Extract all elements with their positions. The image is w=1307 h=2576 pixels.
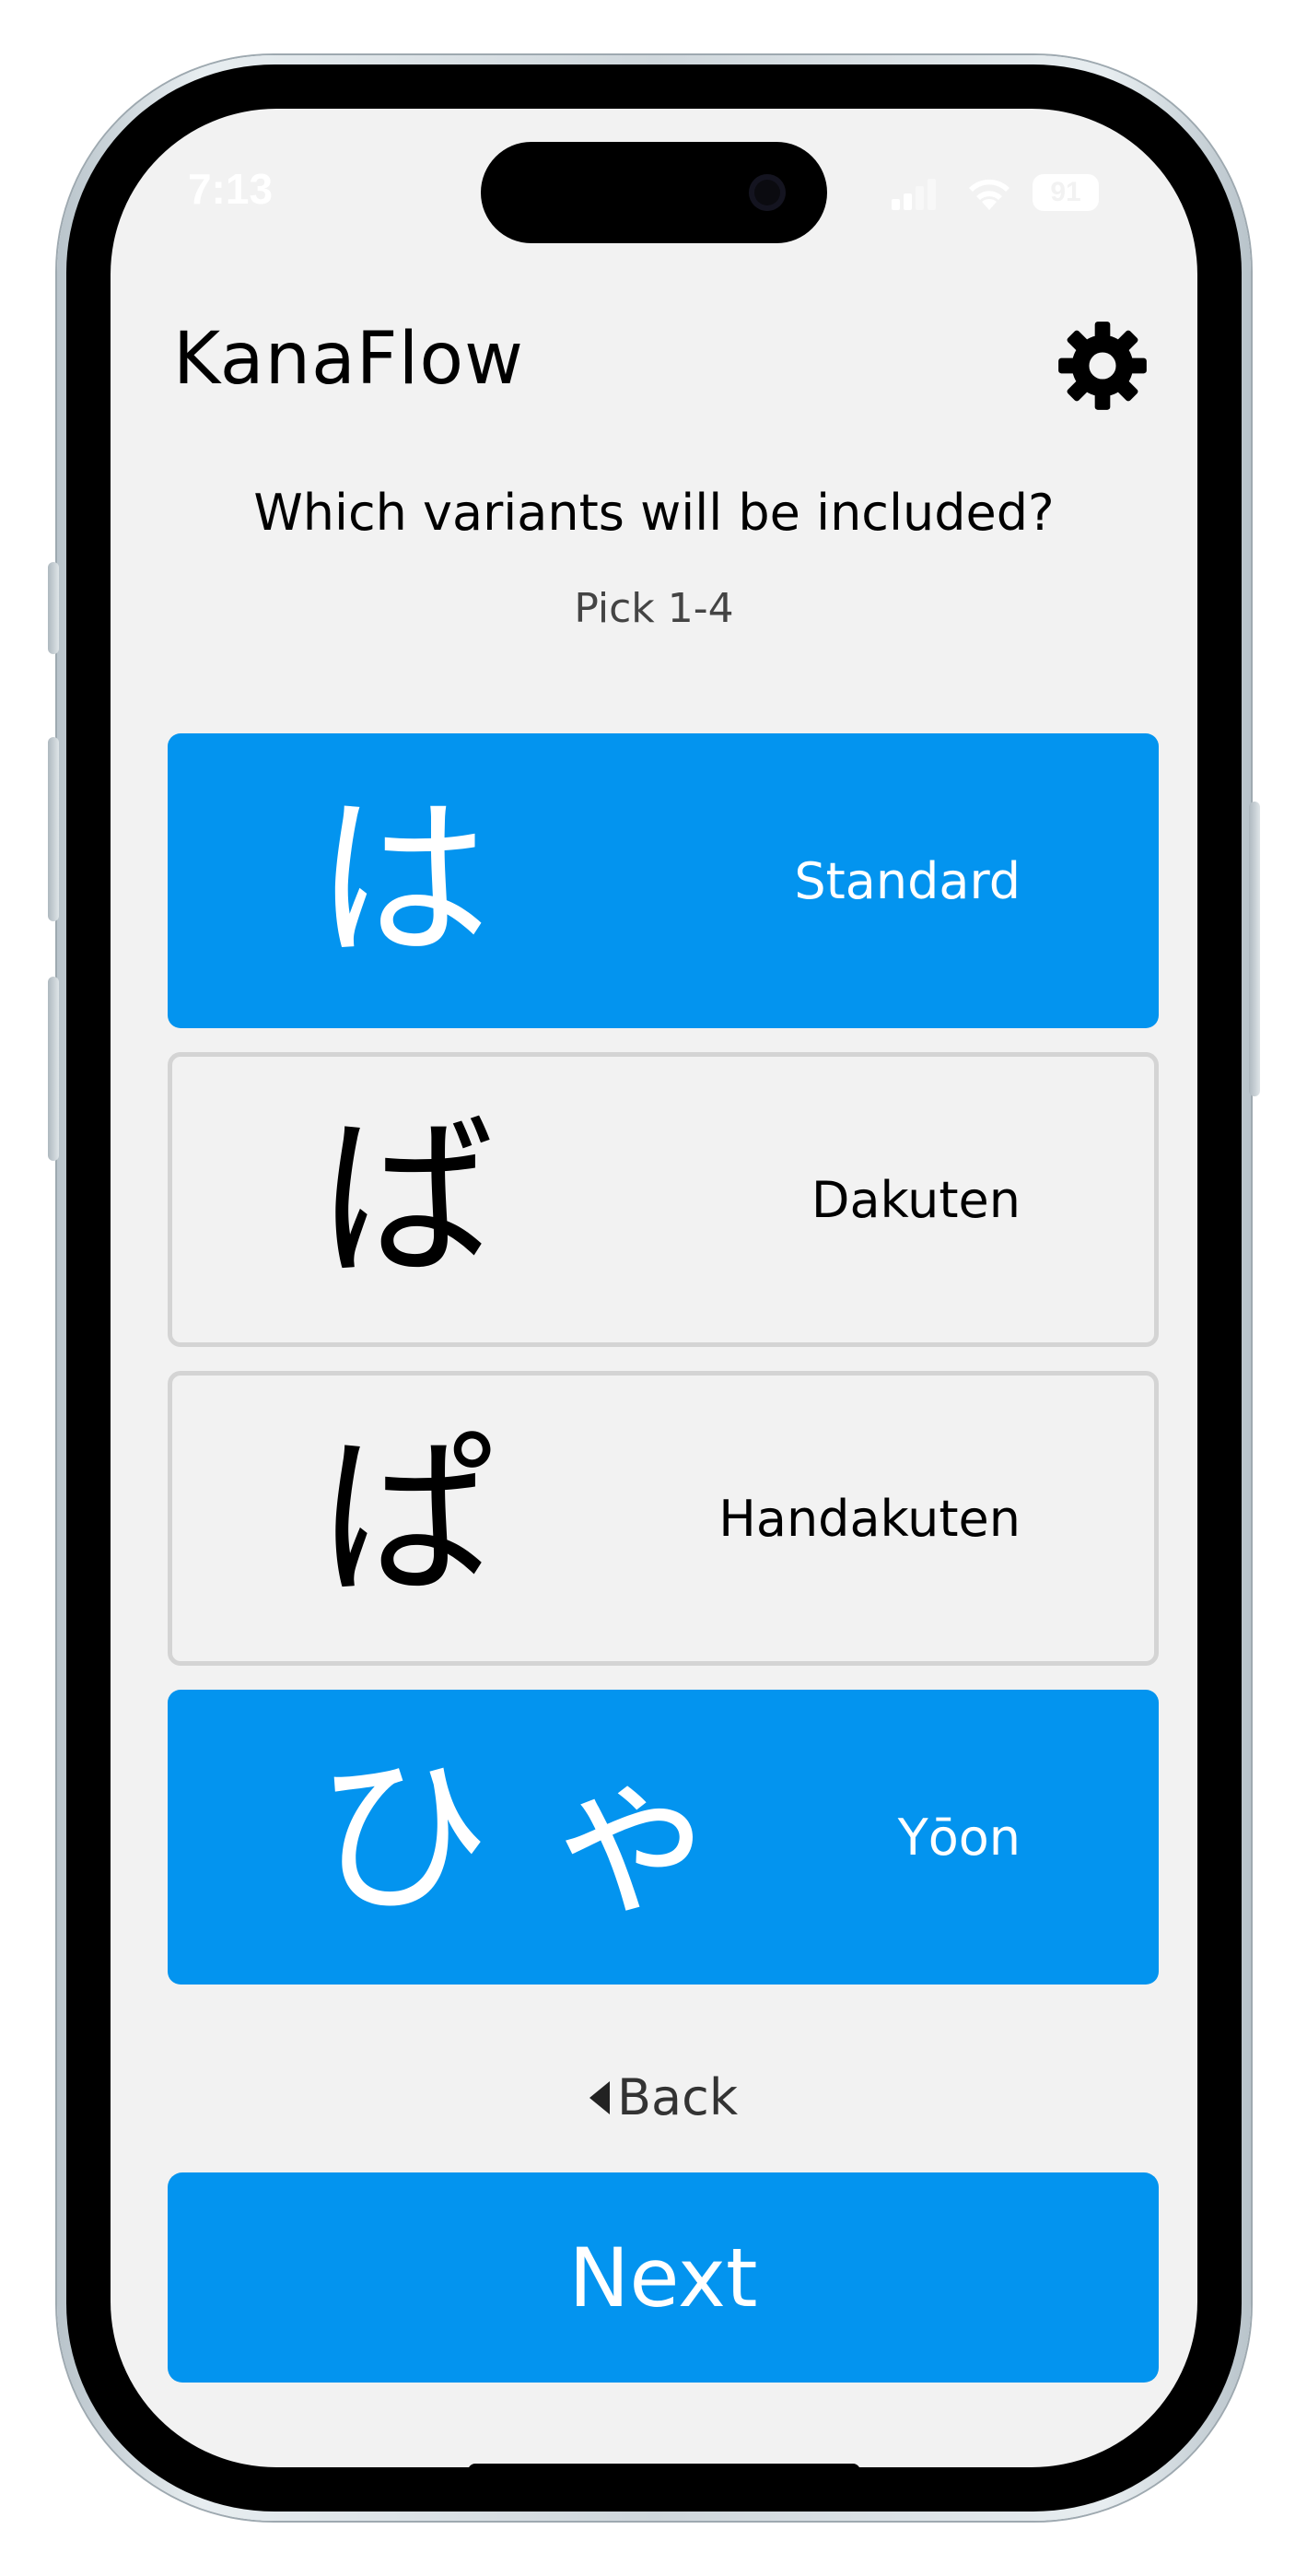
variant-option-yoon[interactable]: ひ ゃ Yōon	[168, 1690, 1159, 1985]
volume-up-button	[48, 737, 59, 921]
status-time: 7:13	[187, 165, 274, 213]
power-button	[1249, 802, 1260, 1096]
variant-label: Standard	[794, 851, 1021, 910]
volume-down-button	[48, 977, 59, 1161]
front-camera	[749, 174, 786, 211]
gear-icon[interactable]	[1055, 318, 1150, 414]
app-title: KanaFlow	[173, 318, 524, 401]
back-button[interactable]: Back	[589, 2068, 738, 2126]
wifi-icon	[969, 179, 1009, 210]
variant-option-standard[interactable]: は Standard	[168, 733, 1159, 1028]
variant-option-handakuten[interactable]: ぱ Handakuten	[168, 1371, 1159, 1666]
pick-hint: Pick 1-4	[574, 585, 734, 632]
back-label: Back	[617, 2068, 739, 2126]
variant-label: Yōon	[897, 1808, 1021, 1867]
question-heading: Which variants will be included?	[253, 484, 1055, 542]
action-button	[48, 562, 59, 654]
caret-left-icon	[589, 2080, 610, 2114]
variant-label: Handakuten	[718, 1489, 1021, 1548]
home-indicator[interactable]	[468, 2464, 860, 2478]
next-label: Next	[568, 2230, 758, 2325]
variant-option-dakuten[interactable]: ば Dakuten	[168, 1052, 1159, 1347]
battery-indicator: 91	[1033, 174, 1099, 211]
variant-kana: ぱ	[320, 1416, 496, 1620]
cellular-signal-icon	[892, 179, 936, 210]
variant-kana: は	[315, 779, 491, 982]
next-button[interactable]: Next	[168, 2172, 1159, 2383]
variant-label: Dakuten	[811, 1170, 1021, 1229]
variant-kana: ば	[320, 1097, 496, 1301]
variant-kana: ひ ゃ	[315, 1735, 721, 1938]
